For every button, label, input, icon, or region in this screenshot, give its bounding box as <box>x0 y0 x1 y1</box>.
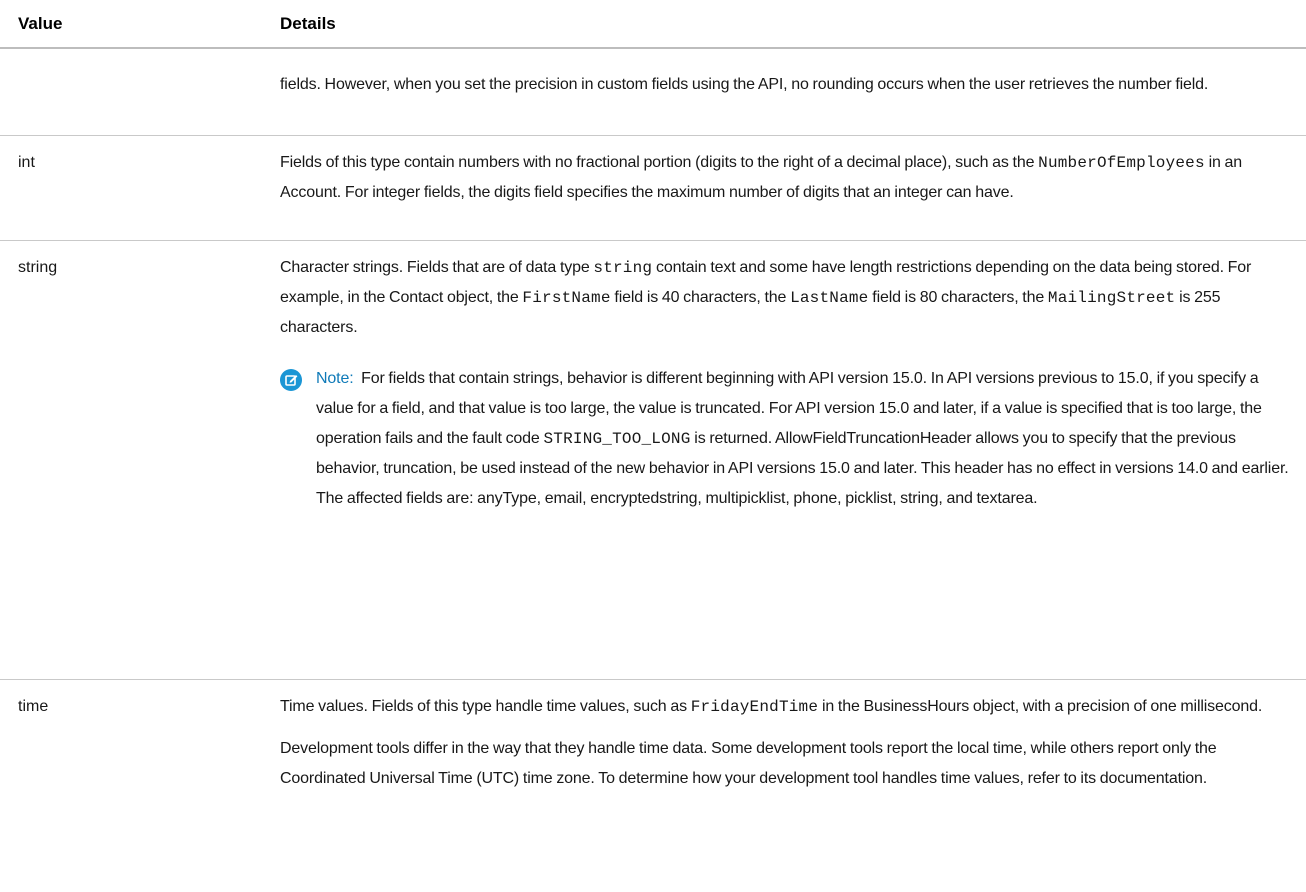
code-string: string <box>593 259 653 277</box>
row-details-int: Fields of this type contain numbers with… <box>280 148 1295 208</box>
row-divider <box>0 679 1306 680</box>
details-paragraph: fields. However, when you set the precis… <box>280 76 1209 93</box>
code-last-name: LastName <box>790 289 869 307</box>
details-paragraph: Development tools differ in the way that… <box>280 740 1217 787</box>
code-first-name: FirstName <box>522 289 611 307</box>
code-number-of-employees: NumberOfEmployees <box>1038 154 1205 172</box>
note-block: Note: For fields that contain strings, b… <box>316 370 1289 507</box>
details-paragraph: Fields of this type contain numbers with… <box>280 154 1243 201</box>
details-paragraph: Time values. Fields of this type handle … <box>280 698 1263 716</box>
edit-note-icon <box>280 369 302 391</box>
code-mailing-street: MailingStreet <box>1047 289 1176 307</box>
row-details-time: Time values. Fields of this type handle … <box>280 692 1295 794</box>
column-header-value: Value <box>18 14 63 33</box>
data-types-table: Value Details fields. However, when you … <box>0 0 1306 892</box>
details-paragraph: Character strings. Fields that are of da… <box>280 259 1252 336</box>
row-divider <box>0 135 1306 136</box>
note-label: Note: <box>316 370 354 387</box>
code-string-too-long: STRING_TOO_LONG <box>543 430 691 448</box>
row-value-time: time <box>18 698 49 715</box>
row-divider <box>0 240 1306 241</box>
code-friday-end-time: FridayEndTime <box>690 698 819 716</box>
row-continued-details: fields. However, when you set the precis… <box>280 40 1295 100</box>
row-details-string: Character strings. Fields that are of da… <box>280 253 1295 343</box>
row-value-int: int <box>18 154 35 171</box>
column-header-details: Details <box>280 14 336 33</box>
row-value-string: string <box>18 259 58 276</box>
